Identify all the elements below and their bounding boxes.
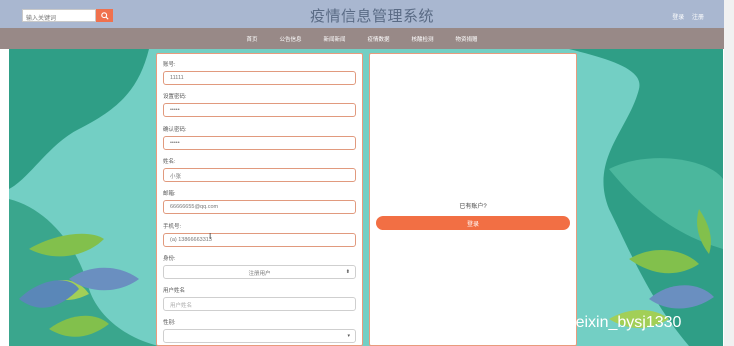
- username-label: 用户姓名: [163, 288, 186, 294]
- search-input[interactable]: 输入关键词: [22, 9, 96, 22]
- auth-links: 登录 注册: [666, 12, 704, 21]
- name-input[interactable]: 小张: [163, 168, 356, 182]
- main-nav: 首页 公告信息 新闻新闻 疫情数据 核酸检测 物资捐赠: [0, 28, 724, 49]
- nav-item-nucleic-test[interactable]: 核酸检测: [412, 35, 434, 43]
- password-input[interactable]: •••••: [163, 103, 356, 117]
- login-button[interactable]: 登录: [376, 216, 570, 230]
- name-label: 姓名:: [163, 159, 176, 165]
- register-link[interactable]: 注册: [692, 15, 704, 21]
- phone-label: 手机号:: [163, 224, 182, 230]
- site-title: 疫情信息管理系统: [310, 7, 435, 25]
- account-input[interactable]: 11111: [163, 71, 356, 85]
- email-input[interactable]: 66666655@qq.com: [163, 200, 356, 214]
- nav-item-notices[interactable]: 公告信息: [279, 35, 301, 43]
- register-form: 账号: 11111 设置密码: ••••• 确认密码: ••••• 姓名: 小张…: [156, 53, 363, 346]
- select-caret-icon: ⬍: [345, 269, 350, 275]
- nav-item-epidemic-data[interactable]: 疫情数据: [368, 35, 390, 43]
- login-prompt-panel: 已有账户? 登录: [369, 53, 577, 346]
- login-link[interactable]: 登录: [672, 15, 684, 21]
- select-caret-icon: ▾: [347, 333, 350, 339]
- have-account-text: 已有账户?: [459, 204, 487, 210]
- identity-select-value: 注册用户: [248, 271, 271, 277]
- confirm-password-input[interactable]: •••••: [163, 136, 356, 150]
- username-input[interactable]: 用户姓名: [163, 297, 356, 311]
- nav-item-donations[interactable]: 物资捐赠: [456, 35, 478, 43]
- browser-viewport: 输入关键词 疫情信息管理系统 登录 注册 首页 公告信息 新闻新闻 疫情数据 核…: [0, 0, 734, 346]
- account-label: 账号:: [163, 62, 176, 68]
- watermark: CSDN @weixin_bysj1330: [498, 314, 682, 331]
- leaf-background-illustration: [9, 49, 723, 346]
- top-bar: 输入关键词 疫情信息管理系统 登录 注册: [0, 0, 724, 28]
- nav-item-home[interactable]: 首页: [246, 35, 257, 43]
- search-icon: [100, 11, 109, 20]
- background-stage: [9, 49, 723, 346]
- email-label: 邮箱:: [163, 191, 176, 197]
- password-label: 设置密码:: [163, 94, 187, 100]
- search-button[interactable]: [96, 9, 113, 22]
- gender-label: 性别:: [163, 320, 176, 326]
- identity-label: 身份:: [163, 256, 176, 262]
- phone-input[interactable]: (a) 13866663313: [163, 233, 356, 247]
- scrollbar[interactable]: [724, 0, 734, 346]
- nav-item-news[interactable]: 新闻新闻: [323, 35, 345, 43]
- identity-select[interactable]: 注册用户 ⬍: [163, 265, 356, 279]
- text-cursor-icon: I: [209, 232, 212, 241]
- confirm-password-label: 确认密码:: [163, 127, 187, 133]
- gender-select[interactable]: ▾: [163, 329, 356, 343]
